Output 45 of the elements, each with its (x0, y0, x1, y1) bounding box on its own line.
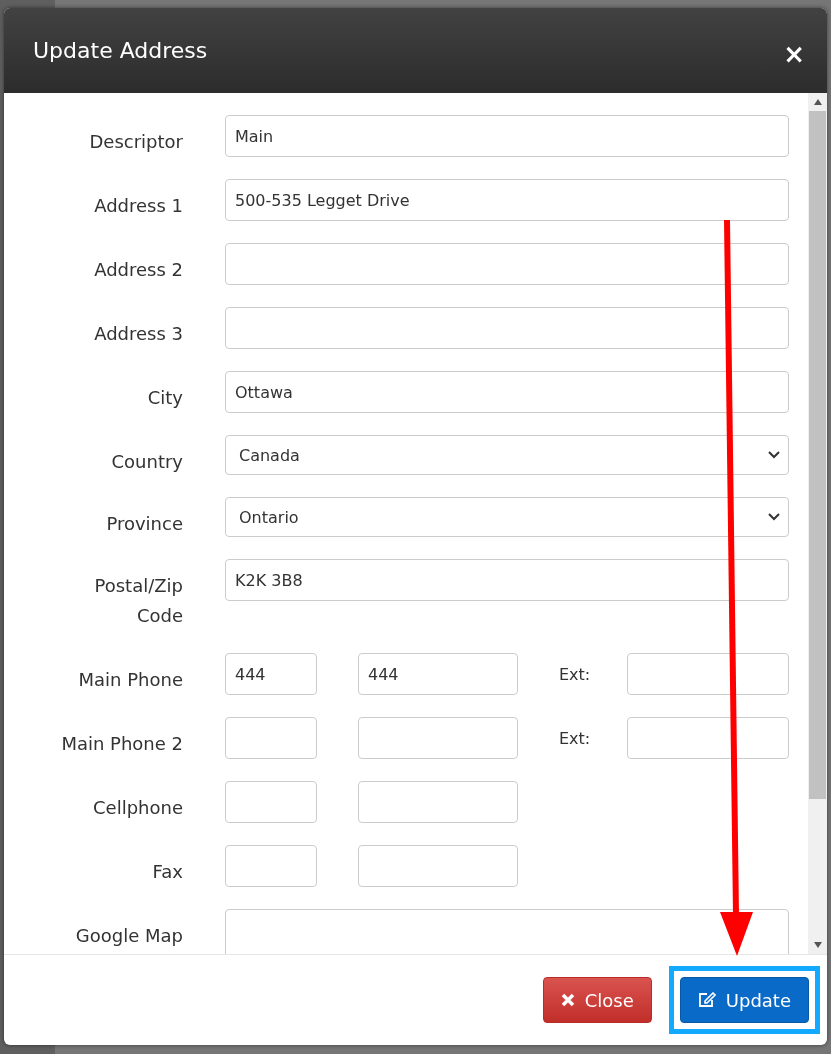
field-label: Postal/Zip Code (93, 574, 183, 628)
edit-icon (697, 992, 716, 1008)
extension-field[interactable] (627, 653, 789, 695)
update-button[interactable]: Update (679, 977, 809, 1023)
phone-field[interactable] (358, 717, 518, 759)
phone-field[interactable]: 444 (358, 653, 518, 695)
ext-label: Ext: (559, 728, 591, 748)
chevron-down-icon (768, 451, 780, 459)
field-label: Address 2 (93, 258, 183, 282)
field-label: Google Map (74, 924, 183, 948)
chevron-down-icon (768, 513, 780, 521)
text-field[interactable]: Ottawa (225, 371, 789, 413)
scroll-down-icon[interactable] (813, 942, 822, 948)
area-code-field[interactable] (225, 717, 317, 759)
text-field[interactable] (225, 307, 789, 349)
area-code-field[interactable] (225, 845, 317, 887)
phone-field[interactable] (358, 845, 518, 887)
field-label: Country (110, 450, 183, 474)
field-label: Address 1 (93, 194, 183, 218)
close-button[interactable]: × (783, 38, 805, 69)
ext-label: Ext: (559, 664, 591, 684)
field-label: Fax (151, 860, 183, 884)
area-code-field[interactable]: 444 (225, 653, 317, 695)
close-icon (560, 993, 575, 1007)
text-field[interactable]: K2K 3B8 (225, 559, 789, 601)
area-code-field[interactable] (225, 781, 317, 823)
dropdown-field[interactable]: Ontario (225, 497, 789, 537)
field-label: Cellphone (92, 796, 183, 820)
dropdown-field[interactable]: Canada (225, 435, 789, 475)
text-field[interactable] (225, 243, 789, 285)
field-label: Province (105, 512, 183, 536)
scrollbar[interactable] (808, 93, 827, 954)
dialog-title: Update Address (33, 38, 208, 63)
field-label: Main Phone 2 (60, 732, 183, 756)
scroll-up-icon[interactable] (813, 99, 822, 105)
field-label: City (146, 386, 183, 410)
close-button[interactable]: Close (542, 977, 652, 1023)
field-label: Address 3 (93, 322, 183, 346)
field-label: Main Phone (77, 668, 183, 692)
phone-field[interactable] (358, 781, 518, 823)
extension-field[interactable] (627, 717, 789, 759)
text-field[interactable]: Main (225, 115, 789, 157)
text-field[interactable]: 500-535 Legget Drive (225, 179, 789, 221)
field-label: Descriptor (88, 130, 183, 154)
scrollbar-thumb[interactable] (809, 111, 826, 799)
